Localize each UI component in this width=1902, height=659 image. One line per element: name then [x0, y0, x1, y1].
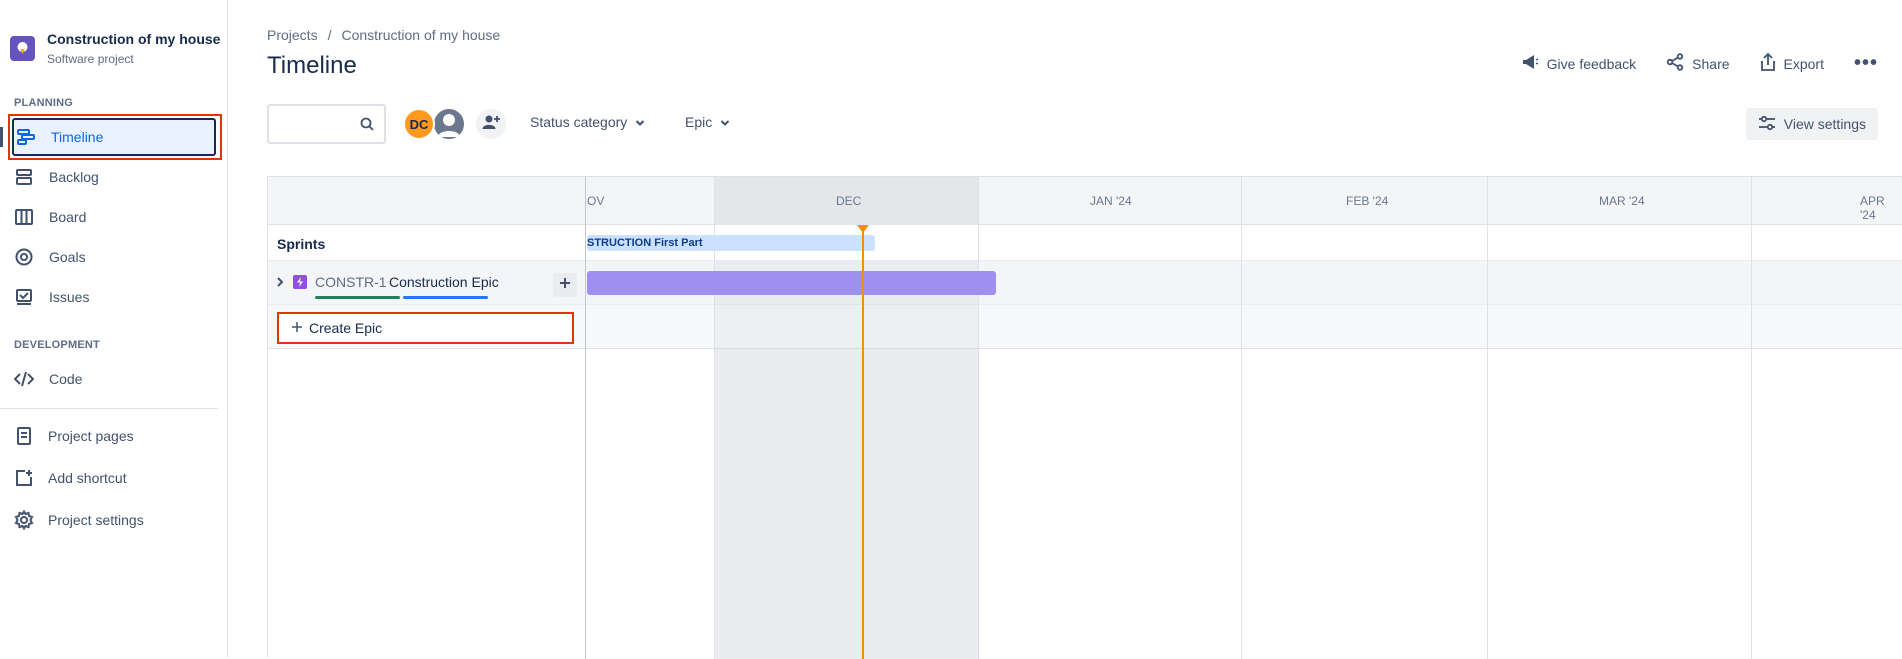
create-epic-button[interactable]: Create Epic	[277, 312, 574, 344]
sidebar-item-code[interactable]: Code	[12, 360, 218, 398]
search-icon	[360, 117, 374, 136]
sidebar-item-label: Code	[49, 371, 83, 387]
backlog-icon	[12, 165, 36, 189]
month-label: APR '24	[1860, 194, 1885, 222]
pages-icon	[12, 424, 36, 448]
share-button[interactable]: Share	[1666, 53, 1730, 74]
add-shortcut-icon	[12, 466, 36, 490]
gear-icon	[12, 508, 36, 532]
month-label: JAN '24	[1090, 194, 1132, 208]
sidebar-item-label: Issues	[49, 289, 90, 305]
search-input[interactable]	[267, 104, 386, 144]
issues-icon	[12, 285, 36, 309]
megaphone-icon	[1521, 54, 1539, 73]
sidebar-item-label: Project settings	[48, 512, 144, 528]
sliders-icon	[1758, 115, 1776, 134]
sidebar-divider	[0, 408, 218, 409]
active-indicator	[0, 127, 3, 147]
sprint-bar[interactable]: STRUCTION First Part	[587, 235, 875, 251]
today-marker-icon	[857, 225, 869, 233]
status-category-label: Status category	[530, 114, 628, 130]
epic-name[interactable]: Construction Epic	[389, 274, 499, 290]
create-epic-label: Create Epic	[309, 320, 383, 336]
give-feedback-label: Give feedback	[1546, 55, 1637, 72]
month-label: MAR '24	[1599, 194, 1645, 208]
project-type: Software project	[47, 52, 134, 66]
epic-timeline-bar[interactable]	[587, 271, 996, 295]
epic-progress-in-progress	[403, 296, 488, 299]
chevron-down-icon	[720, 114, 730, 130]
chevron-down-icon	[635, 114, 645, 130]
chevron-right-icon[interactable]	[276, 275, 284, 293]
share-label: Share	[1692, 55, 1730, 72]
highlight-outline-timeline	[8, 114, 222, 160]
page-title: Timeline	[267, 52, 357, 79]
status-category-filter[interactable]: Status category	[530, 114, 645, 130]
project-name: Construction of my house	[47, 31, 221, 47]
breadcrumb-project[interactable]: Construction of my house	[341, 27, 500, 43]
add-people-button[interactable]	[476, 109, 506, 139]
timeline-grid: OV DEC JAN '24 FEB '24 MAR '24 APR '24 S…	[267, 176, 1902, 659]
sidebar-item-goals[interactable]: Goals	[12, 238, 218, 276]
sidebar-item-label: Backlog	[49, 169, 99, 185]
sidebar-item-project-pages[interactable]: Project pages	[12, 417, 218, 455]
epic-filter[interactable]: Epic	[685, 114, 730, 130]
add-person-icon	[482, 114, 500, 135]
epic-key[interactable]: CONSTR-1	[315, 274, 387, 290]
share-icon	[1666, 53, 1684, 74]
view-settings-button[interactable]: View settings	[1745, 108, 1878, 140]
more-actions-button[interactable]: •••	[1854, 52, 1878, 75]
sidebar: Construction of my house Software projec…	[0, 0, 228, 658]
sidebar-item-project-settings[interactable]: Project settings	[12, 501, 218, 539]
epic-filter-label: Epic	[685, 114, 713, 130]
section-title-development: DEVELOPMENT	[14, 339, 100, 351]
goals-icon	[12, 245, 36, 269]
breadcrumb: Projects / Construction of my house	[267, 27, 500, 43]
epic-progress-done	[315, 296, 400, 299]
breadcrumb-separator: /	[327, 27, 332, 43]
avatar-user[interactable]	[432, 107, 466, 141]
sidebar-item-issues[interactable]: Issues	[12, 278, 218, 316]
export-button[interactable]: Export	[1760, 52, 1824, 74]
sidebar-item-label: Add shortcut	[48, 470, 127, 486]
add-child-issue-button[interactable]	[553, 273, 577, 297]
breadcrumb-projects[interactable]: Projects	[267, 27, 318, 43]
plus-icon	[559, 276, 571, 294]
give-feedback-button[interactable]: Give feedback	[1521, 54, 1637, 73]
export-icon	[1760, 52, 1776, 74]
today-line	[862, 225, 864, 659]
avatar-dc[interactable]: DC	[403, 108, 435, 140]
month-divider	[1487, 177, 1488, 659]
epic-icon	[293, 275, 307, 289]
sidebar-item-board[interactable]: Board	[12, 198, 218, 236]
board-icon	[12, 205, 36, 229]
month-divider	[978, 177, 979, 659]
project-header[interactable]: Construction of my house Software projec…	[10, 30, 220, 68]
sprints-label: Sprints	[277, 236, 326, 252]
code-icon	[12, 367, 36, 391]
section-title-planning: PLANNING	[14, 97, 74, 109]
sidebar-item-add-shortcut[interactable]: Add shortcut	[12, 459, 218, 497]
month-label: DEC	[836, 194, 862, 208]
month-label: FEB '24	[1346, 194, 1389, 208]
sidebar-item-label: Project pages	[48, 428, 134, 444]
project-avatar-icon	[10, 36, 35, 61]
sidebar-item-label: Goals	[49, 249, 86, 265]
month-divider	[1241, 177, 1242, 659]
month-label: OV	[587, 194, 605, 208]
header-actions: Give feedback Share Export •••	[1521, 52, 1878, 75]
sidebar-item-label: Board	[49, 209, 87, 225]
export-label: Export	[1783, 55, 1824, 72]
view-settings-label: View settings	[1783, 116, 1866, 132]
month-divider	[1751, 177, 1752, 659]
plus-icon	[291, 320, 303, 336]
sidebar-item-backlog[interactable]: Backlog	[12, 158, 218, 196]
